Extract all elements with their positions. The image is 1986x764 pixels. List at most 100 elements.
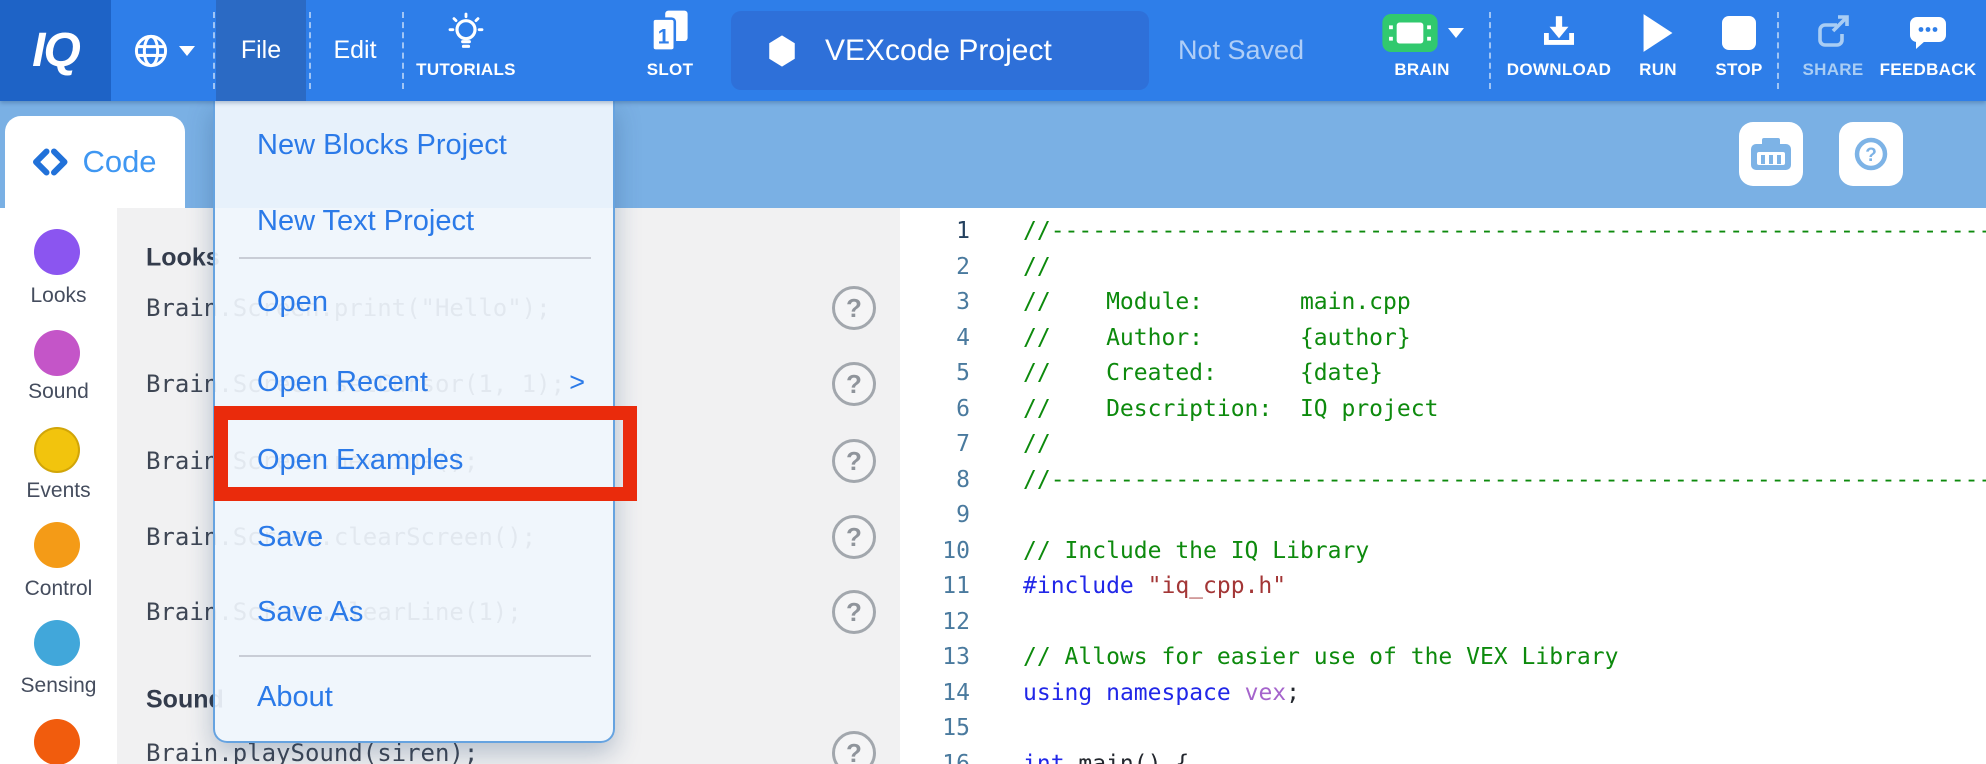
menu-item-label: Save	[257, 521, 323, 554]
download-icon	[1538, 12, 1580, 54]
code-segment: main() {	[1065, 751, 1190, 764]
code-segment	[1231, 680, 1245, 706]
menu-item-open-examples[interactable]: Open Examples	[215, 419, 613, 501]
command-help-button[interactable]: ?	[832, 286, 876, 330]
download-button[interactable]: DOWNLOAD	[1502, 0, 1616, 101]
menu-item-open[interactable]: Open	[215, 259, 613, 345]
slot-label: SLOT	[647, 60, 694, 80]
menu-edit[interactable]: Edit	[312, 0, 398, 101]
svg-text:?: ?	[1865, 145, 1877, 166]
tab-code[interactable]: Code	[5, 116, 185, 208]
language-button[interactable]	[116, 0, 210, 101]
line-number: 6	[900, 392, 970, 428]
code-segment: ;	[1286, 680, 1300, 706]
palette-category-events[interactable]	[34, 427, 80, 473]
code-line: 10 // Include the IQ Library	[900, 534, 1986, 570]
palette-category-control[interactable]	[34, 522, 80, 568]
share-label: SHARE	[1802, 60, 1863, 80]
line-number: 16	[900, 747, 970, 764]
command-help-button[interactable]: ?	[832, 362, 876, 406]
menu-item-save[interactable]: Save	[215, 501, 613, 573]
code-line: 13 // Allows for easier use of the VEX Li…	[900, 640, 1986, 676]
file-menu: New Blocks ProjectNew Text Project Open Op…	[213, 101, 615, 743]
code-text: //	[1023, 427, 1051, 463]
palette-category-label: Control	[0, 577, 117, 601]
code-text: //--------------------------------------…	[1023, 214, 1986, 250]
code-segment: // Author: {author}	[1023, 325, 1411, 351]
palette-category-looks[interactable]	[34, 229, 80, 275]
line-number: 9	[900, 498, 970, 534]
brain-button[interactable]: BRAIN	[1366, 0, 1478, 101]
chevron-down-icon	[1448, 28, 1464, 38]
code-editor[interactable]: 1 //-------------------------------------…	[900, 208, 1986, 764]
line-number: 13	[900, 640, 970, 676]
code-segment: // Module: main.cpp	[1023, 289, 1411, 315]
brain-label: BRAIN	[1394, 60, 1449, 80]
slot-number: 1	[658, 25, 670, 48]
share-button[interactable]: SHARE	[1797, 0, 1869, 101]
line-number: 10	[900, 534, 970, 570]
palette-category-extra[interactable]	[34, 719, 80, 764]
line-number: 15	[900, 711, 970, 747]
menu-item-about[interactable]: About	[215, 657, 613, 737]
slot-pages-icon: 1	[649, 9, 691, 57]
code-line: 15	[900, 711, 1986, 747]
line-number: 3	[900, 285, 970, 321]
palette-category-label: Sensing	[0, 674, 117, 698]
code-segment: using	[1023, 680, 1092, 706]
palette-category-label: Sound	[0, 380, 117, 404]
palette-category-sound[interactable]	[34, 330, 80, 376]
stop-button[interactable]: STOP	[1707, 0, 1771, 101]
command-help-button[interactable]: ?	[832, 515, 876, 559]
code-segment: //	[1023, 254, 1051, 280]
menu-item-open-recent[interactable]: Open Recent>	[215, 345, 613, 419]
menu-item-new-blocks-project[interactable]: New Blocks Project	[215, 105, 613, 185]
help-button[interactable]: ?	[1839, 122, 1903, 186]
toolbar-separator	[1777, 12, 1779, 89]
command-help-button[interactable]: ?	[832, 731, 876, 764]
line-number: 12	[900, 605, 970, 641]
code-chevrons-icon	[33, 147, 69, 177]
app-logo-text: IQ	[32, 23, 79, 78]
chevron-down-icon	[179, 46, 195, 56]
question-circle-icon: ?	[1851, 134, 1891, 174]
code-segment	[1092, 680, 1106, 706]
code-text: // Description: IQ project	[1023, 392, 1438, 428]
code-text: #include "iq_cpp.h"	[1023, 569, 1286, 605]
project-name-button[interactable]: VEXcode Project	[731, 11, 1149, 90]
code-line: 7 //	[900, 427, 1986, 463]
code-line: 11#include "iq_cpp.h"	[900, 569, 1986, 605]
line-number: 1	[900, 214, 970, 250]
palette: LooksSoundEventsControlSensing	[0, 208, 117, 764]
feedback-button[interactable]: FEEDBACK	[1878, 0, 1978, 101]
code-editor-lines: 1 //-------------------------------------…	[900, 214, 1986, 764]
code-segment: // Include the IQ Library	[1023, 538, 1369, 564]
code-text: // Created: {date}	[1023, 356, 1383, 392]
menu-item-save-as[interactable]: Save As	[215, 573, 613, 651]
code-line: 1 //-------------------------------------…	[900, 214, 1986, 250]
toolbar-separator	[1489, 12, 1491, 89]
code-segment: //--------------------------------------…	[1023, 218, 1986, 244]
line-number: 7	[900, 427, 970, 463]
code-line: 14using namespace vex;	[900, 676, 1986, 712]
save-status: Not Saved	[1178, 0, 1304, 101]
feedback-bubble-icon	[1907, 13, 1949, 53]
palette-category-label: Events	[0, 479, 117, 503]
run-button[interactable]: RUN	[1626, 0, 1690, 101]
menu-file[interactable]: File	[216, 0, 306, 101]
code-text: // Allows for easier use of the VEX Libr…	[1023, 640, 1618, 676]
menu-item-new-text-project[interactable]: New Text Project	[215, 185, 613, 257]
project-name: VEXcode Project	[825, 34, 1052, 68]
slot-button[interactable]: 1 SLOT	[628, 0, 712, 101]
code-segment: // Created: {date}	[1023, 360, 1383, 386]
command-help-button[interactable]: ?	[832, 590, 876, 634]
tutorials-button[interactable]: TUTORIALS	[406, 0, 526, 101]
code-segment: //	[1023, 431, 1051, 457]
menu-edit-label: Edit	[333, 36, 376, 65]
submenu-arrow-icon: >	[569, 367, 585, 398]
palette-category-sensing[interactable]	[34, 620, 80, 666]
device-port-button[interactable]	[1739, 122, 1803, 186]
code-line: 9	[900, 498, 1986, 534]
command-help-button[interactable]: ?	[832, 439, 876, 483]
menu-item-label: Open	[257, 286, 328, 319]
